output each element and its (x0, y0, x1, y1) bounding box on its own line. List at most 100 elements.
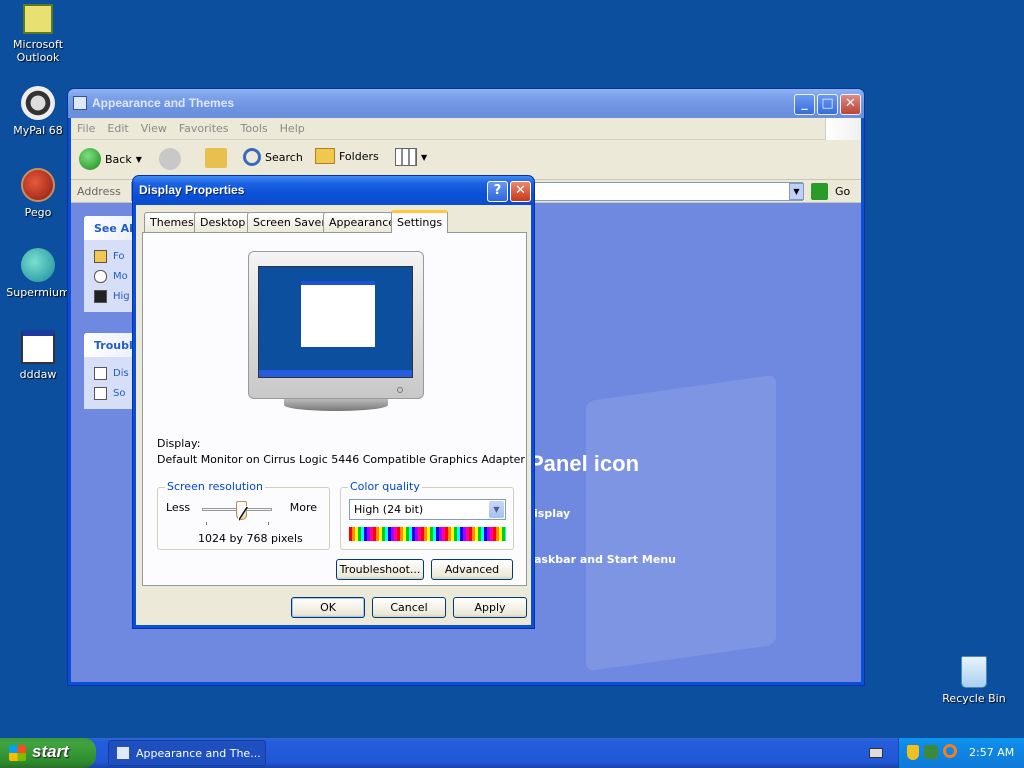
dialog-body: Themes Desktop Screen Saver Appearance S… (136, 205, 531, 625)
pego-icon (21, 168, 55, 202)
views-icon (395, 148, 417, 166)
back-arrow-icon (79, 148, 101, 170)
back-label: Back (105, 152, 132, 166)
taskbar: start Appearance and The... 2:57 AM (0, 738, 1024, 768)
settings-panel: Display: Default Monitor on Cirrus Logic… (142, 232, 527, 586)
color-spectrum-bar (349, 527, 506, 541)
outlook-icon (23, 4, 53, 34)
tab-appearance[interactable]: Appearance (323, 212, 402, 232)
task-link-taskbar[interactable]: askbar and Start Menu (534, 553, 676, 566)
menu-edit[interactable]: Edit (101, 118, 134, 139)
screen-resolution-legend: Screen resolution (165, 480, 265, 493)
mouse-pointer-icon (238, 506, 247, 520)
fonts-folder-icon (94, 249, 107, 263)
forward-button[interactable] (159, 148, 181, 170)
task-link-display[interactable]: isplay (534, 507, 570, 520)
resolution-value-text: 1024 by 768 pixels (198, 532, 303, 545)
menu-file[interactable]: File (71, 118, 101, 139)
troubleshoot-button[interactable]: Troubleshoot... (336, 559, 424, 580)
security-shield-icon[interactable] (907, 745, 919, 760)
help-icon (94, 366, 107, 380)
desktop-icon-outlook[interactable]: Microsoft Outlook (0, 4, 76, 64)
search-button[interactable]: Search (243, 148, 303, 166)
color-quality-value: High (24 bit) (354, 503, 424, 516)
desktop-icon-label: dddaw (19, 368, 57, 381)
explorer-titlebar[interactable]: Appearance and Themes _ □ ✕ (68, 89, 864, 118)
network-icon[interactable] (924, 745, 938, 759)
tab-themes[interactable]: Themes (144, 212, 200, 232)
preview-screen (258, 266, 413, 378)
monitor-stand (284, 399, 388, 411)
windows-logo-icon (825, 118, 861, 140)
folders-button[interactable]: Folders (315, 148, 379, 164)
help-icon (94, 386, 107, 400)
monitor-preview (248, 251, 424, 399)
taskbar-button-label: Appearance and The... (136, 747, 261, 760)
search-tray-icon[interactable] (943, 744, 957, 758)
display-properties-dialog[interactable]: Display Properties ? ✕ Themes Desktop Sc… (132, 175, 535, 629)
keyboard-icon[interactable] (869, 748, 883, 758)
taskbar-button-appearance[interactable]: Appearance and The... (108, 740, 266, 766)
tab-screen-saver[interactable]: Screen Saver (247, 212, 332, 232)
resolution-more-label: More (289, 501, 317, 514)
contrast-icon (94, 289, 107, 303)
tab-desktop[interactable]: Desktop (194, 212, 252, 232)
clock[interactable]: 2:57 AM (969, 746, 1014, 759)
chevron-down-icon: ▼ (421, 152, 428, 162)
dialog-close-button[interactable]: ✕ (510, 181, 531, 202)
monitor-power-icon (397, 387, 403, 393)
folders-icon (315, 148, 335, 164)
go-arrow-icon[interactable] (811, 183, 828, 200)
ok-button[interactable]: OK (291, 597, 365, 618)
preview-window (301, 281, 375, 347)
desktop-icon-label: Pego (24, 206, 52, 219)
desktop-icon-recycle-bin[interactable]: Recycle Bin (936, 656, 1012, 705)
cancel-button[interactable]: Cancel (372, 597, 446, 618)
forward-arrow-icon (159, 148, 181, 170)
raccoon-icon (21, 86, 55, 120)
desktop-icon-label: Microsoft Outlook (12, 38, 64, 64)
help-button[interactable]: ? (487, 181, 508, 202)
menu-favorites[interactable]: Favorites (173, 118, 235, 139)
explorer-window-icon (73, 96, 87, 110)
control-panel-watermark-icon (586, 374, 776, 672)
go-label[interactable]: Go (835, 185, 850, 198)
tab-settings[interactable]: Settings (391, 210, 449, 233)
windows-flag-icon (9, 745, 26, 761)
minimize-button[interactable]: _ (794, 94, 815, 115)
preview-taskbar (259, 370, 412, 377)
desktop-icon-pego[interactable]: Pego (0, 168, 76, 219)
menu-help[interactable]: Help (274, 118, 311, 139)
chevron-down-icon: ▼ (135, 154, 142, 164)
folders-label: Folders (339, 149, 379, 163)
desktop-icon-dddaw[interactable]: dddaw (0, 330, 76, 381)
supermium-icon (21, 248, 55, 282)
desktop-icon-supermium[interactable]: Supermium (0, 248, 76, 299)
up-button[interactable] (205, 148, 227, 168)
recycle-bin-icon (961, 656, 987, 688)
dialog-titlebar[interactable]: Display Properties ? ✕ (133, 176, 534, 205)
address-dropdown[interactable]: ▼ (789, 183, 804, 200)
color-quality-select[interactable]: High (24 bit) ▼ (349, 499, 506, 520)
close-button[interactable]: ✕ (840, 94, 861, 115)
desktop-icon-mypal[interactable]: MyPal 68 (0, 86, 76, 137)
menu-view[interactable]: View (135, 118, 173, 139)
start-label: start (32, 742, 69, 761)
apply-button[interactable]: Apply (453, 597, 527, 618)
mouse-icon (94, 269, 107, 283)
explorer-title: Appearance and Themes (92, 96, 235, 110)
resolution-slider-tick (206, 522, 207, 525)
explorer-window-icon (116, 746, 130, 760)
maximize-button[interactable]: □ (817, 94, 838, 115)
advanced-button[interactable]: Advanced (431, 559, 513, 580)
desktop-icon-label: Recycle Bin (942, 692, 1006, 705)
back-button[interactable]: Back ▼ (79, 148, 142, 170)
views-button[interactable]: ▼ (395, 148, 427, 166)
display-label: Display: (157, 437, 201, 450)
search-label: Search (265, 150, 303, 164)
application-window-icon (21, 330, 55, 364)
menu-tools[interactable]: Tools (235, 118, 274, 139)
start-button[interactable]: start (0, 738, 96, 768)
resolution-slider-tick (268, 522, 269, 525)
resolution-less-label: Less (166, 501, 191, 514)
